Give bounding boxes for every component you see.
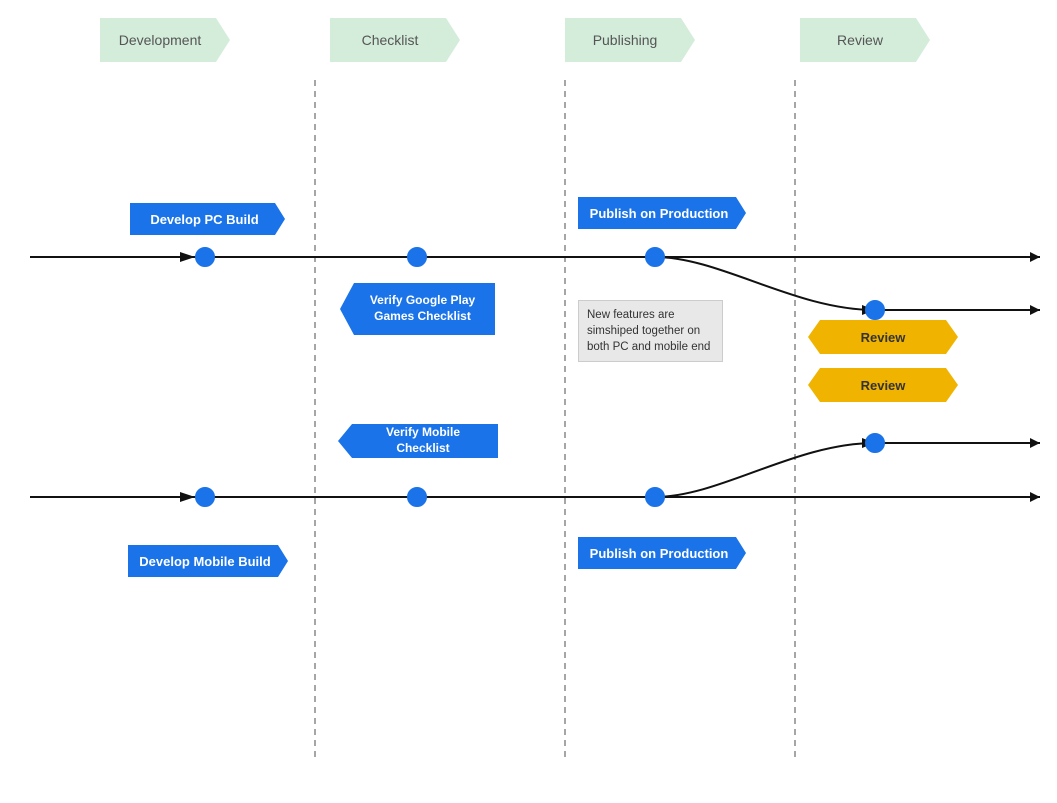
- task-publish-pc: Publish on Production: [578, 197, 746, 229]
- note-box: New features are simshiped together on b…: [578, 300, 723, 362]
- task-verify-mobile: Verify Mobile Checklist: [338, 424, 498, 458]
- task-develop-pc: Develop PC Build: [130, 203, 285, 235]
- task-verify-google: Verify Google Play Games Checklist: [340, 283, 495, 335]
- task-publish-mobile: Publish on Production: [578, 537, 746, 569]
- task-review-2: Review: [808, 368, 958, 402]
- task-develop-mobile: Develop Mobile Build: [128, 545, 288, 577]
- task-review-1: Review: [808, 320, 958, 354]
- diagram: Development Checklist Publishing Review: [0, 0, 1057, 803]
